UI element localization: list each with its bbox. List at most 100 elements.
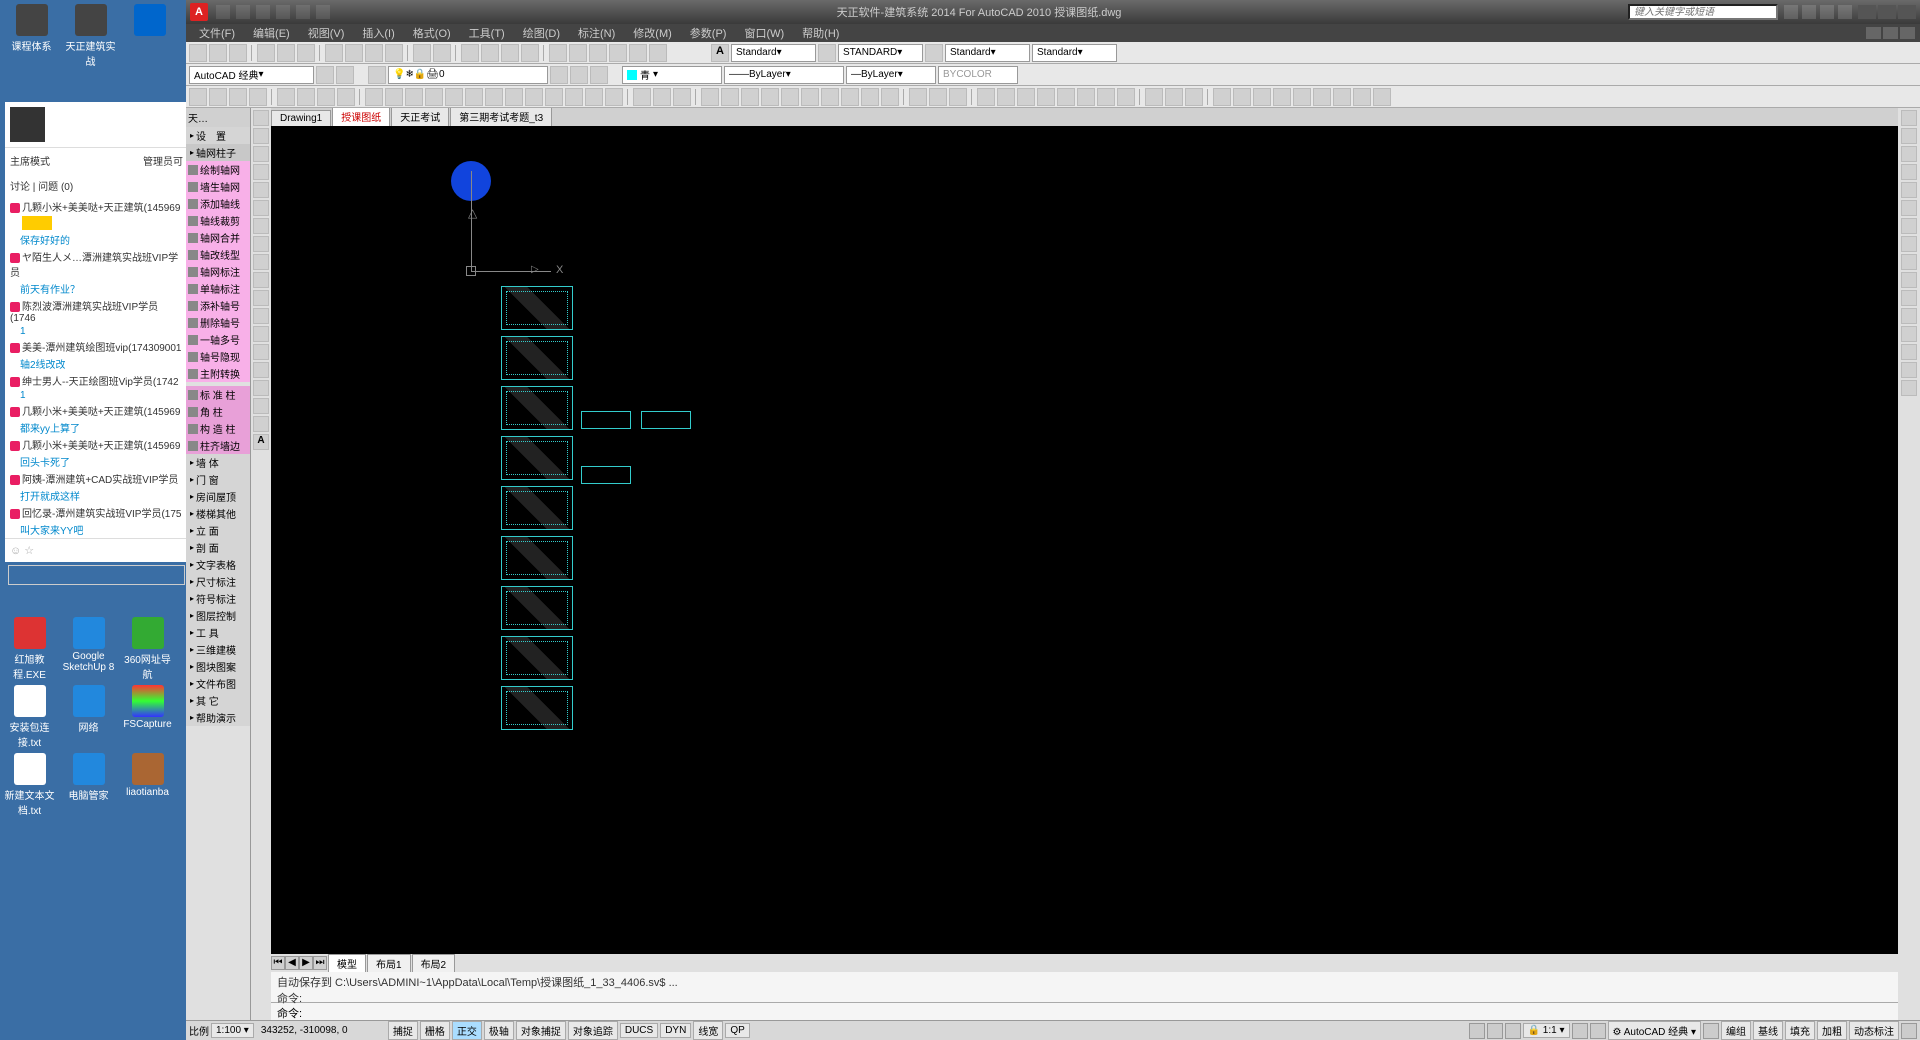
emoji-icon[interactable]: ☺	[10, 545, 21, 557]
desktop-icon[interactable]: 360网址导航	[120, 617, 175, 681]
tz-tool-icon[interactable]	[861, 88, 879, 106]
tz-axis-item[interactable]: 单轴标注	[186, 280, 250, 297]
tablestyle-icon[interactable]	[925, 44, 943, 62]
tz-section[interactable]: 楼梯其他	[186, 505, 250, 522]
tz-tool-icon[interactable]	[585, 88, 603, 106]
tz-tool-icon[interactable]	[425, 88, 443, 106]
stretch-icon[interactable]	[1901, 254, 1917, 270]
open-icon[interactable]	[209, 44, 227, 62]
tz-tool-icon[interactable]	[1097, 88, 1115, 106]
workspace-settings-icon[interactable]	[316, 66, 334, 84]
pan-icon[interactable]	[461, 44, 479, 62]
layout-tab[interactable]: 布局2	[412, 954, 456, 973]
tab-nav-first-icon[interactable]: ⏮	[271, 956, 285, 970]
ducs-toggle[interactable]: DUCS	[620, 1023, 658, 1038]
baseline-toggle[interactable]: 基线	[1753, 1021, 1783, 1040]
tz-axis-item[interactable]: 一轴多号	[186, 331, 250, 348]
tz-tool-icon[interactable]	[781, 88, 799, 106]
tz-tool-icon[interactable]	[633, 88, 651, 106]
tz-section[interactable]: 其 它	[186, 692, 250, 709]
doc-minimize-button[interactable]	[1866, 27, 1881, 39]
cut-icon[interactable]	[325, 44, 343, 62]
menu-help[interactable]: 帮助(H)	[794, 25, 847, 41]
menu-tools[interactable]: 工具(T)	[461, 25, 513, 41]
revcloud-icon[interactable]	[253, 236, 269, 252]
textstyle-icon[interactable]: A	[711, 44, 729, 62]
tz-tool-icon[interactable]	[929, 88, 947, 106]
print-icon[interactable]	[257, 44, 275, 62]
tz-tool-icon[interactable]	[1333, 88, 1351, 106]
desktop-icon[interactable]: 安装包连接.txt	[2, 685, 57, 749]
sheet-set-icon[interactable]	[609, 44, 627, 62]
qp-toggle[interactable]: QP	[725, 1023, 749, 1038]
menu-draw[interactable]: 绘图(D)	[515, 25, 568, 41]
file-tab-active[interactable]: 授课图纸	[332, 108, 390, 126]
menu-view[interactable]: 视图(V)	[300, 25, 353, 41]
array-icon[interactable]	[1901, 182, 1917, 198]
zoom-win-icon[interactable]	[501, 44, 519, 62]
fill-toggle[interactable]: 填充	[1785, 1021, 1815, 1040]
tz-axis-section[interactable]: 轴网柱子	[186, 144, 250, 161]
desktop-icon[interactable]: 红旭教程.EXE	[2, 617, 57, 681]
move-icon[interactable]	[1901, 200, 1917, 216]
tz-tool-icon[interactable]	[317, 88, 335, 106]
lwt-toggle[interactable]: 线宽	[693, 1021, 723, 1040]
undo-icon[interactable]	[413, 44, 431, 62]
erase-icon[interactable]	[1901, 110, 1917, 126]
anno-scale-display[interactable]: 🔒 1:1 ▾	[1523, 1023, 1570, 1038]
maximize-button[interactable]	[1878, 5, 1896, 19]
mtext-icon[interactable]: A	[253, 434, 269, 450]
desktop-icon[interactable]: 网络	[61, 685, 116, 749]
tz-section[interactable]: 符号标注	[186, 590, 250, 607]
tz-tool-icon[interactable]	[653, 88, 671, 106]
menu-window[interactable]: 窗口(W)	[736, 25, 792, 41]
spline-icon[interactable]	[253, 254, 269, 270]
tz-tool-icon[interactable]	[1273, 88, 1291, 106]
offset-icon[interactable]	[1901, 164, 1917, 180]
bold-toggle[interactable]: 加粗	[1817, 1021, 1847, 1040]
doc-close-button[interactable]	[1900, 27, 1915, 39]
layer-dropdown[interactable]: 💡❄🔒🖨 0	[388, 66, 548, 84]
copy-obj-icon[interactable]	[1901, 128, 1917, 144]
help-icon[interactable]	[1838, 5, 1852, 19]
scale-dropdown[interactable]: 1:100 ▾	[211, 1023, 254, 1038]
tz-tool-icon[interactable]	[841, 88, 859, 106]
dyn-toggle[interactable]: DYN	[660, 1023, 691, 1038]
menu-file[interactable]: 文件(F)	[191, 25, 243, 41]
tz-tool-icon[interactable]	[545, 88, 563, 106]
layer-iso-icon[interactable]	[590, 66, 608, 84]
tz-tool-icon[interactable]	[365, 88, 383, 106]
tz-tool-icon[interactable]	[1213, 88, 1231, 106]
tz-section[interactable]: 文件布图	[186, 675, 250, 692]
tz-tool-icon[interactable]	[189, 88, 207, 106]
menu-dim[interactable]: 标注(N)	[570, 25, 623, 41]
tz-tool-icon[interactable]	[565, 88, 583, 106]
file-tab[interactable]: 第三期考试考题_t3	[450, 108, 552, 126]
chat-input[interactable]	[8, 565, 185, 585]
tz-axis-item[interactable]: 主附转换	[186, 365, 250, 382]
chamfer-icon[interactable]	[1901, 344, 1917, 360]
qat-undo-icon[interactable]	[276, 5, 290, 19]
ortho-toggle[interactable]: 正交	[452, 1021, 482, 1040]
desktop-icon[interactable]: FSCapture	[120, 685, 175, 749]
calc-icon[interactable]	[649, 44, 667, 62]
layer-prev-icon[interactable]	[550, 66, 568, 84]
tz-tool-icon[interactable]	[297, 88, 315, 106]
tz-section[interactable]: 立 面	[186, 522, 250, 539]
minimize-button[interactable]	[1858, 5, 1876, 19]
qat-new-icon[interactable]	[216, 5, 230, 19]
anno-vis-icon[interactable]	[1572, 1023, 1588, 1039]
layer-state-icon[interactable]	[570, 66, 588, 84]
mirror-icon[interactable]	[1901, 146, 1917, 162]
doc-restore-button[interactable]	[1883, 27, 1898, 39]
qat-redo-icon[interactable]	[296, 5, 310, 19]
workspace-switch[interactable]: ⚙ AutoCAD 经典 ▾	[1608, 1021, 1701, 1040]
menu-edit[interactable]: 编辑(E)	[245, 25, 298, 41]
dimstyle-dropdown[interactable]: STANDARD ▾	[838, 44, 923, 62]
tz-tool-icon[interactable]	[525, 88, 543, 106]
drawing-canvas[interactable]: △ ▷ X	[271, 126, 1898, 954]
line-icon[interactable]	[253, 110, 269, 126]
desktop-icon[interactable]: 电脑管家	[61, 753, 116, 817]
block-icon[interactable]	[253, 326, 269, 342]
avatar[interactable]	[10, 107, 45, 142]
